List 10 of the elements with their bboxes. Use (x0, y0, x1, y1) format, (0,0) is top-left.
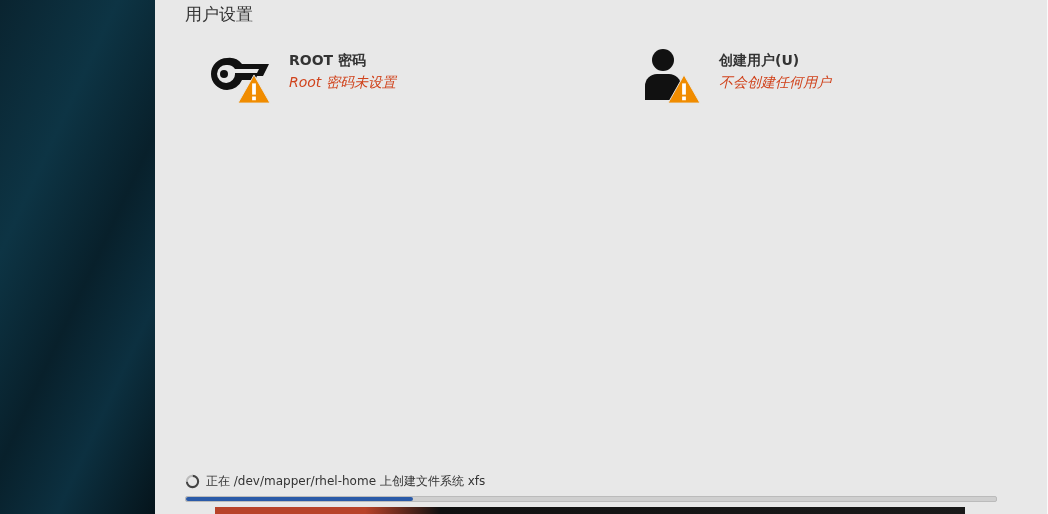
settings-spoke[interactable]: ROOT 密码 Root 密码未设置 (185, 48, 617, 104)
settings-spoke[interactable]: 创建用户(U) 不会创建任何用户 (617, 48, 1047, 104)
progress-message: 正在 /dev/mapper/rhel-home 上创建文件系统 xfs (206, 473, 486, 490)
spoke-status: 不会创建任何用户 (719, 74, 831, 92)
spinner-icon (185, 474, 200, 489)
spoke-title: ROOT 密码 (289, 52, 367, 70)
user-icon (643, 48, 683, 102)
spoke-title: 创建用户(U) (719, 52, 801, 70)
spoke-status: Root 密码未设置 (289, 74, 396, 92)
section-title: 用户设置 (185, 3, 254, 26)
